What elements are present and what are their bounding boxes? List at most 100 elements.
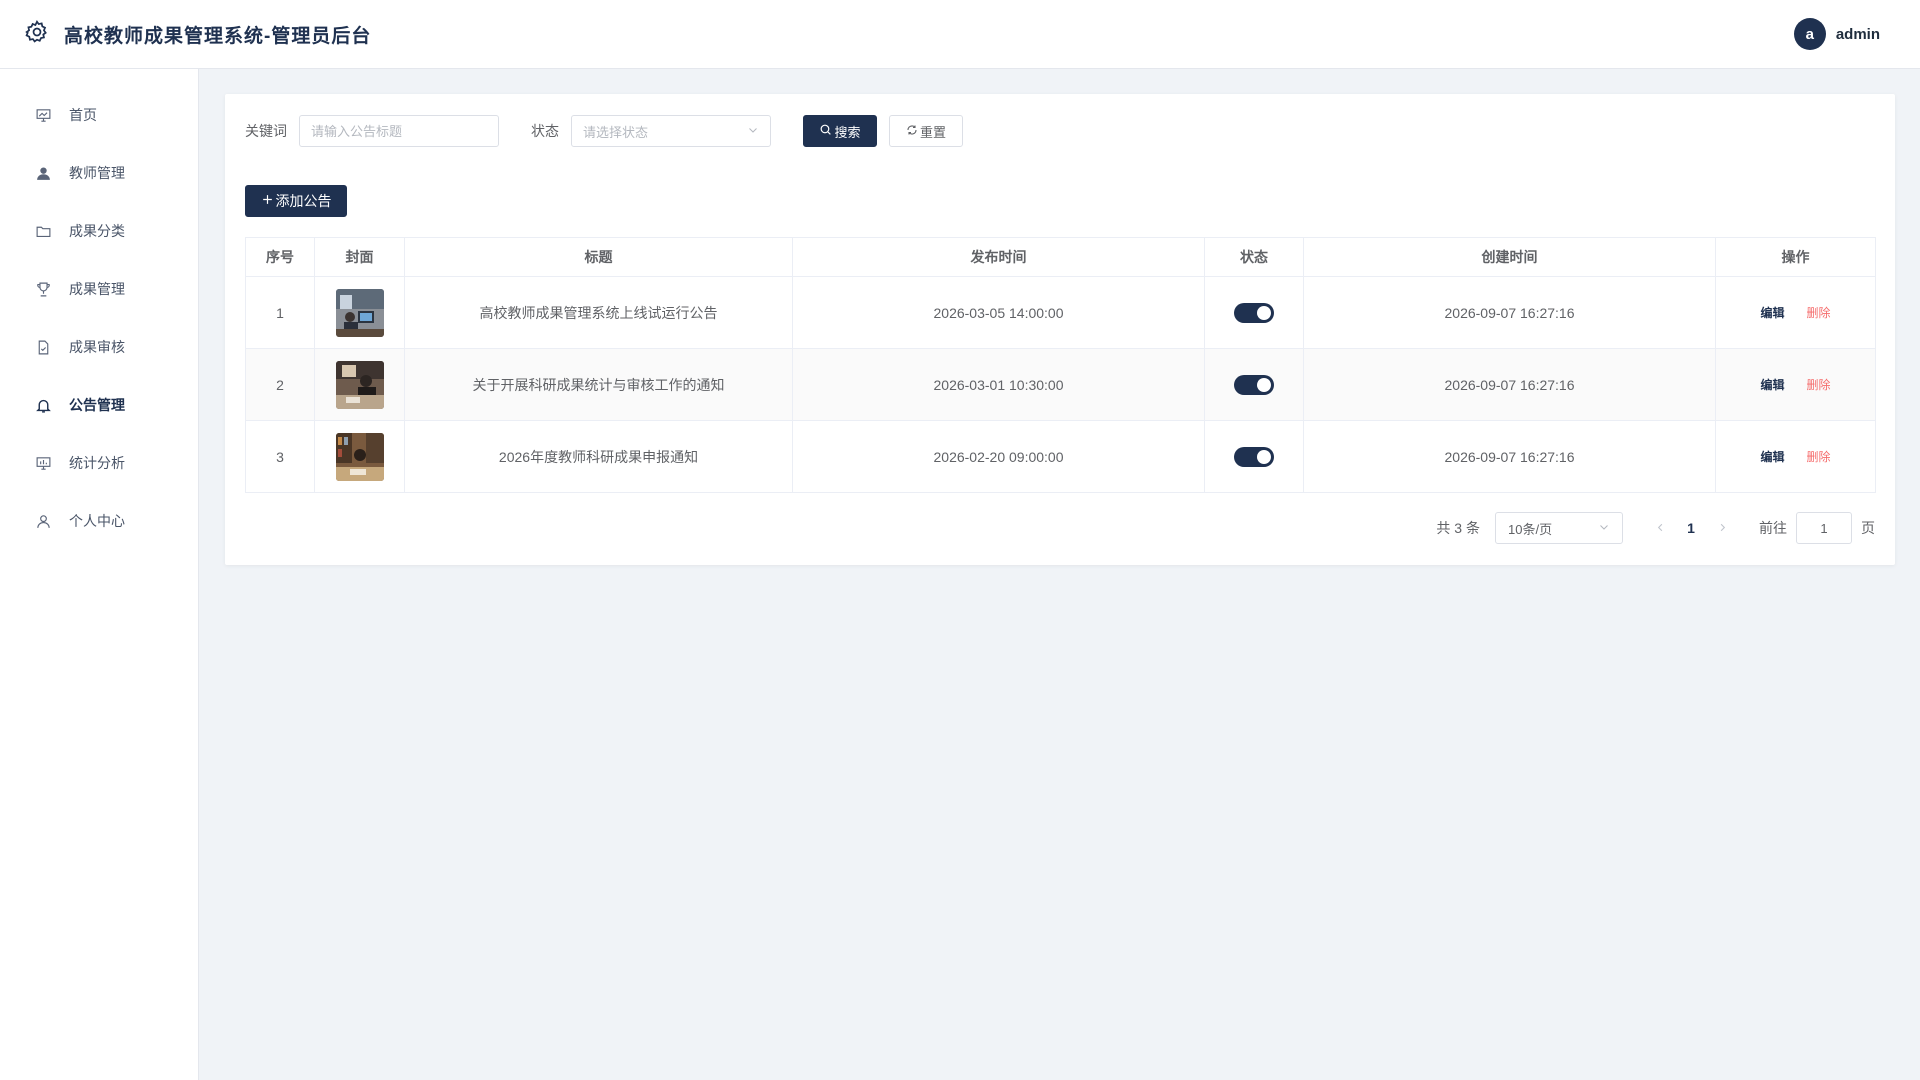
goto-page-input[interactable]: [1796, 512, 1852, 544]
column-header: 状态: [1204, 237, 1304, 277]
status-cell: [1204, 420, 1304, 493]
chart-board-icon: [34, 454, 52, 472]
edit-button[interactable]: 编辑: [1761, 450, 1785, 464]
document-check-icon: [34, 338, 52, 356]
cover-cell: [314, 348, 405, 421]
reset-button-label: 重置: [919, 124, 946, 140]
status-toggle[interactable]: [1234, 374, 1274, 395]
sidebar-item-label: 个人中心: [69, 513, 125, 529]
column-header: 操作: [1715, 237, 1876, 277]
bell-icon: [34, 396, 52, 414]
plus-icon: [261, 193, 276, 209]
operations-cell: 编辑 删除: [1715, 420, 1876, 493]
next-page-button[interactable]: [1707, 520, 1737, 536]
total-count: 共 3 条: [1436, 520, 1480, 536]
delete-button[interactable]: 删除: [1806, 450, 1830, 464]
operations-cell: 编辑 删除: [1715, 348, 1876, 421]
operations-cell: 编辑 删除: [1715, 276, 1876, 349]
sidebar-item-announcements[interactable]: 公告管理: [0, 376, 198, 434]
page-suffix: 页: [1861, 520, 1875, 536]
status-select-placeholder: 请选择状态: [583, 124, 649, 140]
table-row: 1 高校教师成果管理系统上线试运行公告 2026-03-05 14:00:00 …: [245, 276, 1876, 349]
sidebar-item-categories[interactable]: 成果分类: [0, 202, 198, 260]
refresh-icon: [906, 124, 920, 139]
sidebar-item-statistics[interactable]: 统计分析: [0, 434, 198, 492]
delete-button[interactable]: 删除: [1806, 378, 1830, 392]
column-header: 发布时间: [792, 237, 1205, 277]
pagination: 共 3 条 10条/页 1 前往 页: [1436, 512, 1875, 544]
column-header: 标题: [404, 237, 793, 277]
create-time: 2026-09-07 16:27:16: [1303, 348, 1716, 421]
search-button-label: 搜索: [834, 124, 861, 140]
search-button[interactable]: 搜索: [803, 115, 877, 147]
table-row: 2 关于开展科研成果统计与审核工作的通知 2026-03-01 10:30:00…: [245, 348, 1876, 421]
publish-time: 2026-03-01 10:30:00: [792, 348, 1205, 421]
search-bar: 关键词 状态 请选择状态 搜索 重置: [245, 115, 963, 147]
edit-button[interactable]: 编辑: [1761, 306, 1785, 320]
column-header: 序号: [245, 237, 315, 277]
create-time: 2026-09-07 16:27:16: [1303, 420, 1716, 493]
folder-icon: [34, 222, 52, 240]
status-label: 状态: [531, 123, 559, 139]
sidebar-item-review[interactable]: 成果审核: [0, 318, 198, 376]
status-cell: [1204, 348, 1304, 421]
table-header-row: 序号 封面 标题 发布时间 状态 创建时间 操作: [245, 237, 1876, 277]
status-cell: [1204, 276, 1304, 349]
dashboard-icon: [34, 106, 52, 124]
sidebar-item-label: 成果管理: [69, 281, 125, 297]
status-select[interactable]: 请选择状态: [571, 115, 771, 147]
reset-button[interactable]: 重置: [889, 115, 963, 147]
cover-cell: [314, 420, 405, 493]
sidebar: 首页 教师管理 成果分类 成果管理 成果审核 公告管理 统计分析 个人中心: [0, 69, 199, 1080]
announcement-title: 关于开展科研成果统计与审核工作的通知: [404, 348, 793, 421]
sidebar-item-label: 首页: [69, 107, 97, 123]
edit-button[interactable]: 编辑: [1761, 378, 1785, 392]
cover-thumbnail[interactable]: [335, 288, 384, 337]
announcement-title: 2026年度教师科研成果申报通知: [404, 420, 793, 493]
chevron-down-icon: [1598, 521, 1610, 536]
sidebar-item-home[interactable]: 首页: [0, 86, 198, 144]
row-index: 2: [245, 348, 315, 421]
page-size-select[interactable]: 10条/页: [1495, 512, 1623, 544]
top-header: 高校教师成果管理系统-管理员后台 a admin: [0, 0, 1920, 69]
sidebar-item-label: 统计分析: [69, 455, 125, 471]
brand: 高校教师成果管理系统-管理员后台: [24, 19, 371, 50]
column-header: 封面: [314, 237, 405, 277]
trophy-icon: [34, 280, 52, 298]
row-index: 1: [245, 276, 315, 349]
announcement-title: 高校教师成果管理系统上线试运行公告: [404, 276, 793, 349]
delete-button[interactable]: 删除: [1806, 306, 1830, 320]
chevron-down-icon: [747, 124, 759, 139]
prev-page-button[interactable]: [1645, 520, 1675, 536]
username[interactable]: admin: [1836, 26, 1880, 43]
create-time: 2026-09-07 16:27:16: [1303, 276, 1716, 349]
sidebar-item-teachers[interactable]: 教师管理: [0, 144, 198, 202]
add-button-label: 添加公告: [275, 193, 332, 209]
status-toggle[interactable]: [1234, 302, 1274, 323]
page-number[interactable]: 1: [1675, 520, 1707, 536]
goto-label: 前往: [1759, 520, 1787, 536]
cover-cell: [314, 276, 405, 349]
publish-time: 2026-02-20 09:00:00: [792, 420, 1205, 493]
sidebar-item-label: 公告管理: [69, 397, 125, 413]
sidebar-item-profile[interactable]: 个人中心: [0, 492, 198, 550]
cover-thumbnail[interactable]: [335, 360, 384, 409]
sidebar-item-achievements[interactable]: 成果管理: [0, 260, 198, 318]
gear-icon: [24, 19, 50, 50]
table-row: 3 2026年度教师科研成果申报通知 2026-02-20 09:00:00 2…: [245, 420, 1876, 493]
app-title: 高校教师成果管理系统-管理员后台: [64, 25, 372, 47]
avatar[interactable]: a: [1793, 18, 1826, 50]
cover-thumbnail[interactable]: [335, 432, 384, 481]
announcement-panel: 关键词 状态 请选择状态 搜索 重置 添加公告: [225, 94, 1895, 565]
announcement-table: 序号 封面 标题 发布时间 状态 创建时间 操作 1 高校教师成果管理系统上线试…: [245, 237, 1876, 493]
search-icon: [819, 123, 834, 139]
status-toggle[interactable]: [1234, 446, 1274, 467]
user-icon: [34, 164, 52, 182]
column-header: 创建时间: [1303, 237, 1716, 277]
sidebar-item-label: 成果审核: [69, 339, 125, 355]
keyword-input[interactable]: [299, 115, 499, 147]
keyword-label: 关键词: [245, 123, 287, 139]
sidebar-item-label: 成果分类: [69, 223, 125, 239]
add-announcement-button[interactable]: 添加公告: [245, 185, 347, 217]
user-menu[interactable]: a admin: [1793, 18, 1880, 50]
